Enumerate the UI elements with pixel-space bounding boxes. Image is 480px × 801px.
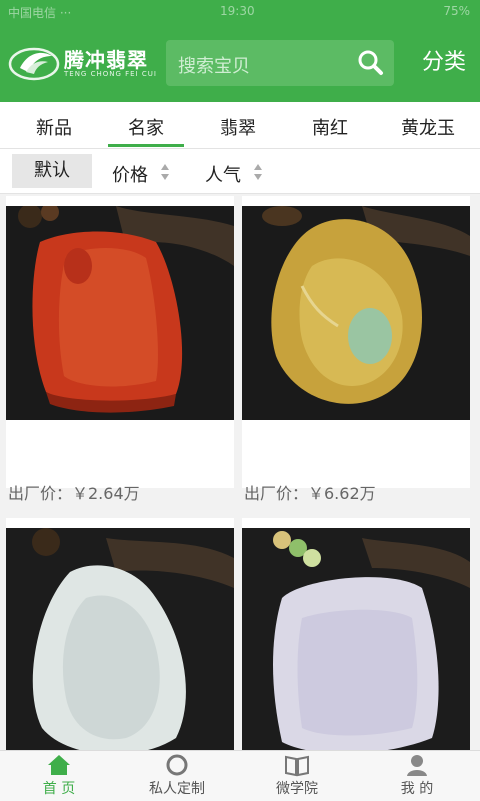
search-box[interactable]: 搜索宝贝 (166, 40, 394, 86)
product-card[interactable]: 出厂价：￥6.62万 (242, 196, 470, 503)
home-icon (48, 755, 70, 775)
tabbar-home[interactable]: 首 页 (14, 753, 104, 798)
search-icon[interactable] (354, 46, 388, 80)
tab-jadeite[interactable]: 翡翠 (198, 114, 278, 140)
user-icon (407, 755, 427, 776)
product-grid: 出厂价：￥2.64万 出厂价：￥6.62万 (0, 196, 480, 764)
sort-arrows-icon (161, 164, 169, 180)
tabbar-label: 首 页 (42, 781, 76, 797)
tab-masters[interactable]: 名家 (106, 114, 186, 140)
product-card[interactable] (242, 518, 470, 764)
sort-popularity-button[interactable]: 人气 (205, 161, 241, 187)
sort-price-button[interactable]: 价格 (112, 161, 148, 187)
sort-arrows-icon (254, 164, 262, 180)
carrier-text: 中国电信 ··· (8, 6, 72, 20)
tabbar-academy[interactable]: 微学院 (252, 753, 342, 798)
tabbar-custom[interactable]: 私人定制 (132, 753, 222, 798)
tab-huanglong-jade[interactable]: 黄龙玉 (383, 114, 473, 140)
category-button[interactable]: 分类 (422, 44, 466, 76)
tabbar-label: 私人定制 (149, 781, 205, 797)
tabbar-label: 微学院 (276, 781, 318, 797)
tabbar-label: 我 的 (400, 781, 434, 797)
product-image-white-jade[interactable] (6, 528, 234, 764)
circle-icon (166, 754, 188, 776)
product-card[interactable]: 出厂价：￥2.64万 (6, 196, 234, 503)
brand-name: 腾冲翡翠 (64, 48, 148, 72)
active-tab-indicator (108, 144, 184, 147)
clock-text: 19:30 (220, 4, 255, 18)
product-price: 出厂价：￥6.62万 (244, 484, 376, 503)
brand-subtitle: TENG CHONG FEI CUI (64, 70, 157, 78)
product-image-red-agate[interactable] (6, 206, 234, 420)
tab-nanhong[interactable]: 南红 (290, 114, 370, 140)
product-card[interactable] (6, 518, 234, 764)
product-price: 出厂价：￥2.64万 (8, 484, 140, 503)
sort-default-button[interactable]: 默认 (12, 154, 92, 188)
book-icon (285, 755, 309, 777)
bottom-tab-bar: 首 页 私人定制 微学院 我 的 (0, 750, 480, 801)
product-image-lavender-jade[interactable] (242, 528, 470, 764)
status-bar: 中国电信 ··· 19:30 75% (0, 0, 480, 22)
brand-mark-icon (8, 47, 60, 81)
brand-logo[interactable]: 腾冲翡翠 TENG CHONG FEI CUI (8, 40, 158, 86)
tab-new[interactable]: 新品 (14, 114, 94, 140)
product-image-yellow-jade[interactable] (242, 206, 470, 420)
search-placeholder[interactable]: 搜索宝贝 (178, 52, 250, 78)
app-header: 腾冲翡翠 TENG CHONG FEI CUI 搜索宝贝 分类 (0, 22, 480, 102)
sort-bar: 默认 价格 人气 (0, 149, 480, 194)
category-tabs: 新品 名家 翡翠 南红 黄龙玉 (0, 102, 480, 149)
battery-text: 75% (443, 4, 470, 18)
tabbar-profile[interactable]: 我 的 (372, 753, 462, 798)
